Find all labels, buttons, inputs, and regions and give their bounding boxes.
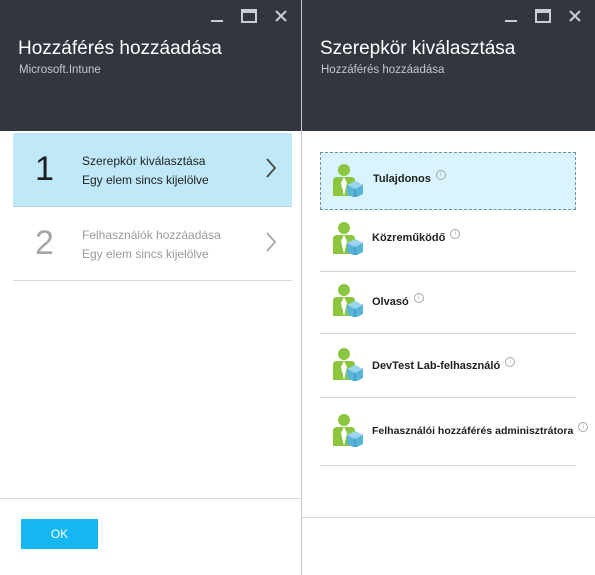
step-status: Egy elem sincs kijelölve (82, 247, 209, 261)
step-number: 2 (35, 224, 54, 262)
minimize-icon[interactable] (207, 6, 227, 26)
add-access-blade: Hozzáférés hozzáadása Microsoft.Intune 1… (0, 0, 302, 575)
role-item-owner[interactable]: Tulajdonos i (320, 152, 576, 210)
step-title: Felhasználók hozzáadása (82, 228, 221, 242)
user-role-icon (333, 413, 363, 452)
blade-header: Hozzáférés hozzáadása Microsoft.Intune (0, 0, 301, 131)
role-item-devtest-lab-user[interactable]: DevTest Lab-felhasználó i (320, 336, 576, 398)
maximize-icon[interactable] (533, 6, 553, 26)
role-label: Felhasználói hozzáférés adminisztrátora i (372, 422, 589, 437)
select-role-blade: Szerepkör kiválasztása Hozzáférés hozzáa… (302, 0, 595, 575)
minimize-icon[interactable] (501, 6, 521, 26)
info-icon[interactable]: i (505, 357, 516, 367)
role-label: Tulajdonos i (373, 170, 446, 185)
window-controls (501, 6, 585, 26)
info-icon[interactable]: i (413, 293, 424, 303)
info-icon[interactable]: i (578, 422, 589, 432)
user-role-icon (333, 283, 363, 322)
window-controls (207, 6, 291, 26)
step-status: Egy elem sincs kijelölve (82, 173, 209, 187)
blade-title: Szerepkör kiválasztása (320, 38, 516, 59)
step-number: 1 (35, 150, 54, 188)
blade-subtitle: Microsoft.Intune (19, 64, 101, 76)
info-icon[interactable]: i (435, 170, 446, 180)
step-title: Szerepkör kiválasztása (82, 154, 206, 168)
role-item-contributor[interactable]: Közreműködő i (320, 210, 576, 272)
user-role-icon (333, 163, 363, 202)
close-icon[interactable] (565, 6, 585, 26)
maximize-icon[interactable] (239, 6, 259, 26)
blade-header: Szerepkör kiválasztása Hozzáférés hozzáa… (302, 0, 595, 131)
ok-button[interactable]: OK (21, 519, 98, 549)
footer-divider (0, 498, 301, 499)
role-label: DevTest Lab-felhasználó i (372, 357, 516, 372)
blade-subtitle: Hozzáférés hozzáadása (321, 64, 445, 76)
role-item-reader[interactable]: Olvasó i (320, 272, 576, 334)
user-role-icon (333, 347, 363, 386)
role-label: Közreműködő i (372, 229, 461, 244)
close-icon[interactable] (271, 6, 291, 26)
blade-title: Hozzáférés hozzáadása (18, 38, 222, 59)
user-role-icon (333, 221, 363, 260)
footer-divider (302, 517, 595, 518)
chevron-right-icon (265, 157, 277, 184)
chevron-right-icon (265, 231, 277, 258)
step-add-users[interactable]: 2 Felhasználók hozzáadása Egy elem sincs… (13, 207, 292, 281)
info-icon[interactable]: i (450, 229, 461, 239)
step-select-role[interactable]: 1 Szerepkör kiválasztása Egy elem sincs … (13, 133, 292, 207)
role-item-user-access-administrator[interactable]: Felhasználói hozzáférés adminisztrátora i (320, 400, 589, 466)
role-label: Olvasó i (372, 293, 424, 308)
